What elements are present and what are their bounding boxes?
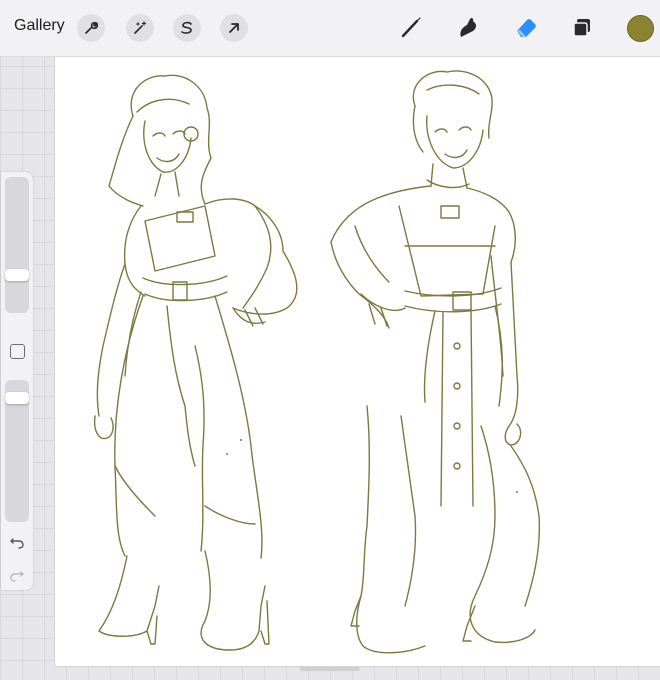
undo-button[interactable] bbox=[9, 535, 25, 554]
sketch-artwork bbox=[93, 70, 541, 654]
undo-icon bbox=[10, 538, 24, 549]
opacity-handle[interactable] bbox=[5, 391, 29, 404]
left-sidebar bbox=[1, 172, 33, 590]
selection-button[interactable] bbox=[173, 14, 201, 42]
adjustments-button[interactable] bbox=[126, 14, 154, 42]
transform-button[interactable] bbox=[220, 14, 248, 42]
redo-icon bbox=[10, 571, 24, 582]
brush-size-slider[interactable] bbox=[5, 177, 29, 313]
brush-size-handle[interactable] bbox=[5, 268, 29, 281]
modify-square-icon[interactable] bbox=[10, 344, 25, 359]
actions-button[interactable] bbox=[77, 14, 105, 42]
brush-tool-button[interactable] bbox=[395, 12, 427, 44]
arrow-cursor-icon bbox=[229, 23, 239, 33]
layers-icon bbox=[573, 19, 590, 37]
smudge-tool-button[interactable] bbox=[452, 12, 484, 44]
drawing-canvas[interactable] bbox=[55, 46, 660, 666]
wrench-icon bbox=[85, 21, 99, 34]
selection-s-icon bbox=[181, 21, 192, 34]
eraser-icon bbox=[517, 19, 536, 37]
color-picker-swatch[interactable] bbox=[627, 15, 654, 42]
redo-button[interactable] bbox=[9, 568, 25, 587]
eraser-tool-button[interactable] bbox=[510, 12, 542, 44]
canvas-scroll-indicator bbox=[300, 667, 360, 671]
magic-wand-icon bbox=[134, 21, 147, 34]
brush-icon bbox=[401, 17, 421, 38]
gallery-button[interactable]: Gallery bbox=[14, 17, 65, 35]
opacity-slider[interactable] bbox=[5, 380, 29, 522]
smudge-finger-icon bbox=[460, 17, 477, 37]
top-toolbar: Gallery bbox=[0, 0, 660, 57]
layers-button[interactable] bbox=[566, 12, 598, 44]
